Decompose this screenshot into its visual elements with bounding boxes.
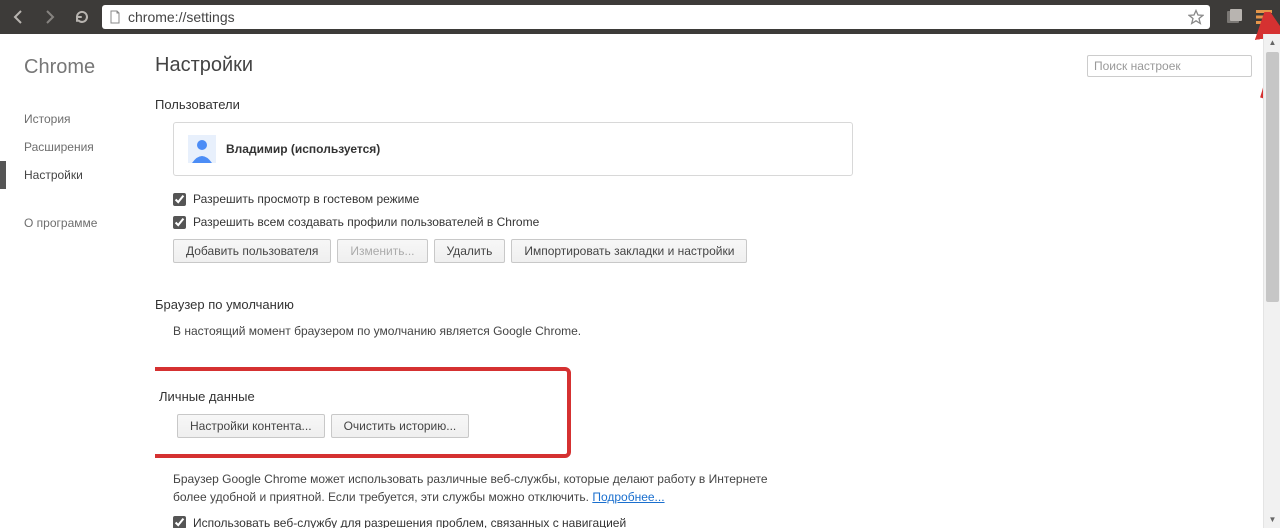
checkbox-guest-browsing[interactable]: Разрешить просмотр в гостевом режиме [173,192,1252,206]
scroll-up-button[interactable]: ▲ [1264,34,1280,51]
add-user-button[interactable]: Добавить пользователя [173,239,331,263]
checkbox-guest-label: Разрешить просмотр в гостевом режиме [193,192,419,206]
settings-main: Настройки Пользователи Владимир (использ… [155,34,1280,528]
search-settings-input[interactable] [1087,55,1252,77]
user-profile-name: Владимир (используется) [226,142,380,156]
delete-user-button[interactable]: Удалить [434,239,506,263]
learn-more-link[interactable]: Подробнее... [592,490,664,504]
vertical-scrollbar[interactable]: ▲ ▼ [1263,34,1280,528]
user-profile-row[interactable]: Владимир (используется) [174,131,852,167]
sidebar-item-about[interactable]: О программе [24,209,155,237]
section-privacy-title: Личные данные [159,389,553,404]
browser-toolbar [0,0,1280,34]
address-bar[interactable] [102,5,1210,29]
section-default-browser-title: Браузер по умолчанию [155,297,1252,312]
import-bookmarks-button[interactable]: Импортировать закладки и настройки [511,239,747,263]
checkbox-guest-input[interactable] [173,193,186,206]
settings-sidebar: Chrome История Расширения Настройки О пр… [0,34,155,528]
edit-user-button: Изменить... [337,239,427,263]
page-icon [108,10,122,24]
default-browser-text: В настоящий момент браузером по умолчани… [173,322,1252,341]
privacy-desc-text: Браузер Google Chrome может использовать… [173,472,768,505]
checkbox-anyone-input[interactable] [173,216,186,229]
privacy-description: Браузер Google Chrome может использовать… [173,470,793,507]
scroll-down-button[interactable]: ▼ [1264,511,1280,528]
extension-icon[interactable] [1224,7,1244,27]
brand-title: Chrome [24,56,155,79]
clear-history-button[interactable]: Очистить историю... [331,414,470,438]
checkbox-nav-input[interactable] [173,516,186,528]
checkbox-anyone-label: Разрешить всем создавать профили пользов… [193,215,539,229]
reload-button[interactable] [70,5,94,29]
checkbox-anyone-profile[interactable]: Разрешить всем создавать профили пользов… [173,215,1252,229]
back-button[interactable] [6,5,30,29]
users-list: Владимир (используется) [173,122,853,176]
hamburger-menu-icon[interactable] [1254,7,1274,27]
section-users-title: Пользователи [155,97,1252,112]
sidebar-item-settings[interactable]: Настройки [24,161,155,189]
checkbox-nav-service[interactable]: Использовать веб-службу для разрешения п… [173,516,1252,528]
url-input[interactable] [128,9,1182,25]
avatar-icon [188,135,216,163]
checkbox-nav-label: Использовать веб-службу для разрешения п… [193,516,626,528]
sidebar-item-extensions[interactable]: Расширения [24,133,155,161]
annotation-highlight-box: Личные данные Настройки контента... Очис… [155,367,571,458]
page-title: Настройки [155,54,253,77]
content-settings-button[interactable]: Настройки контента... [177,414,325,438]
scroll-thumb[interactable] [1266,52,1279,302]
sidebar-item-history[interactable]: История [24,105,155,133]
forward-button[interactable] [38,5,62,29]
bookmark-star-icon[interactable] [1188,9,1204,25]
